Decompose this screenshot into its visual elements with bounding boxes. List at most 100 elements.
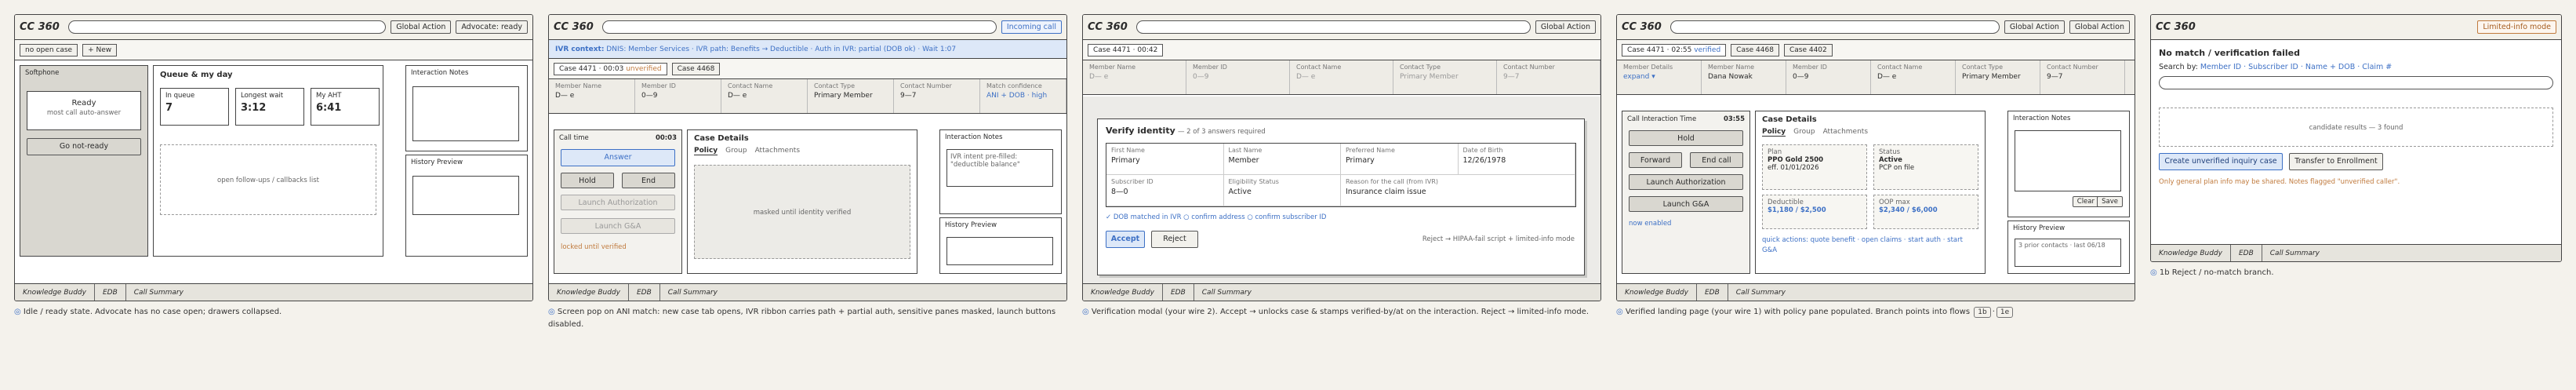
flow-pill-1e[interactable]: 1e bbox=[1996, 307, 2014, 318]
tab-case-4471[interactable]: Case 4471 · 02:55 verified bbox=[1622, 43, 1727, 56]
panel-verified-landing: CC 360 Global Action Global Action Case … bbox=[1616, 14, 2135, 383]
auto-answer-note: most call auto-answer bbox=[46, 109, 122, 117]
tab-attachments[interactable]: Attachments bbox=[755, 147, 800, 155]
case-tabs: no open case + New bbox=[15, 40, 532, 60]
clear-button[interactable]: Clear bbox=[2072, 196, 2099, 207]
tab-case-4402[interactable]: Case 4402 bbox=[1783, 43, 1833, 56]
accept-button[interactable]: Accept bbox=[1106, 231, 1145, 248]
quick-actions[interactable]: quick actions: quote benefit · open clai… bbox=[1762, 235, 1978, 256]
call-summary-tab[interactable]: Call Summary bbox=[2262, 245, 2327, 262]
identity-field-label: Last Name bbox=[1228, 147, 1263, 154]
advocate-status-button[interactable]: Advocate: ready bbox=[456, 20, 528, 34]
search-input[interactable] bbox=[602, 20, 997, 34]
verification-checks[interactable]: ✓ DOB matched in IVR ○ confirm address ○… bbox=[1106, 213, 1326, 221]
launch-ga-button[interactable]: Launch G&A bbox=[1629, 196, 1743, 212]
go-not-ready-button[interactable]: Go not-ready bbox=[27, 138, 141, 155]
member-field: Contact Name D— e bbox=[721, 79, 808, 113]
queue-stat-label: In queue bbox=[165, 92, 195, 100]
global-action-button[interactable]: Global Action bbox=[391, 20, 452, 34]
tab-case-4471[interactable]: Case 4471 · 00:03 unverified bbox=[554, 62, 667, 75]
tab-case-label: Case 4471 · 00:03 bbox=[559, 64, 624, 73]
end-button[interactable]: End bbox=[622, 173, 675, 188]
member-field-label: Contact Number bbox=[2047, 64, 2098, 71]
member-field-value: ANI + DOB · high bbox=[986, 92, 1048, 100]
notes-textarea[interactable] bbox=[412, 86, 519, 141]
tab-case-4471[interactable]: Case 4471 · 00:42 bbox=[1088, 43, 1164, 56]
queue-stat-value: 7 bbox=[165, 102, 173, 114]
edb-tab[interactable]: EDB bbox=[629, 283, 660, 301]
flow-pill-1b[interactable]: 1b bbox=[1974, 307, 1991, 318]
deductible-card: Deductible $1,180 / $2,500 bbox=[1762, 195, 1867, 229]
call-summary-tab[interactable]: Call Summary bbox=[1728, 284, 1793, 301]
forward-button[interactable]: Forward bbox=[1629, 152, 1682, 168]
no-match-title: No match / verification failed bbox=[2159, 48, 2301, 58]
edb-tab[interactable]: EDB bbox=[2231, 244, 2262, 261]
knowledge-buddy-tab[interactable]: Knowledge Buddy bbox=[2151, 244, 2231, 261]
app-window: CC 360 Global Action Global Action Case … bbox=[1616, 14, 2135, 301]
search-options[interactable]: Member ID · Subscriber ID · Name + DOB ·… bbox=[2200, 63, 2392, 71]
member-header: Member Details expand ▾ Member Name Dana No… bbox=[1617, 60, 2135, 95]
softphone-title: Softphone bbox=[25, 69, 60, 77]
tab-attachments[interactable]: Attachments bbox=[1823, 128, 1868, 137]
incoming-call-badge[interactable]: Incoming call bbox=[1001, 20, 1062, 34]
global-action-button[interactable]: Global Action bbox=[1535, 20, 1596, 34]
member-field-label: Contact Number bbox=[900, 82, 952, 89]
identity-field-label: Subscriber ID bbox=[1111, 178, 1154, 185]
candidate-results[interactable]: candidate results — 3 found bbox=[2159, 108, 2553, 147]
modal-subtitle: — 2 of 3 answers required bbox=[1177, 128, 1266, 136]
member-field-label: Contact Name bbox=[1296, 64, 1342, 71]
identity-field-value: Insurance claim issue bbox=[1346, 188, 1426, 196]
search-by-label: Search by: bbox=[2159, 63, 2198, 71]
member-field-label: Contact Number bbox=[1503, 64, 1555, 71]
save-button[interactable]: Save bbox=[2097, 196, 2123, 207]
reject-button[interactable]: Reject bbox=[1151, 231, 1198, 248]
call-summary-tab[interactable]: Call Summary bbox=[1194, 284, 1259, 301]
member-field-value: 9—7 bbox=[2047, 73, 2063, 81]
launch-ga-button[interactable]: Launch G&A bbox=[561, 218, 675, 234]
followups-list[interactable]: open follow-ups / callbacks list bbox=[160, 144, 376, 215]
modal-title: Verify identity bbox=[1106, 126, 1175, 136]
knowledge-buddy-tab[interactable]: Knowledge Buddy bbox=[549, 283, 629, 301]
knowledge-buddy-tab[interactable]: Knowledge Buddy bbox=[1617, 283, 1697, 301]
ivr-intent-note[interactable]: IVR intent pre-filled: "deductible balan… bbox=[946, 149, 1053, 187]
tab-policy[interactable]: Policy bbox=[694, 147, 718, 155]
tab-case-4468[interactable]: Case 4468 bbox=[1731, 43, 1779, 56]
knowledge-buddy-tab[interactable]: Knowledge Buddy bbox=[1083, 283, 1163, 301]
call-summary-tab[interactable]: Call Summary bbox=[660, 284, 725, 301]
hold-button[interactable]: Hold bbox=[561, 173, 614, 188]
tab-case-4468[interactable]: Case 4468 bbox=[671, 62, 721, 75]
end-call-button[interactable]: End call bbox=[1690, 152, 1743, 168]
tab-no-open-case[interactable]: no open case bbox=[20, 43, 78, 56]
call-summary-tab[interactable]: Call Summary bbox=[126, 284, 191, 301]
create-unverified-case-button[interactable]: Create unverified inquiry case bbox=[2159, 153, 2283, 170]
search-input[interactable] bbox=[1670, 20, 2000, 34]
search-input[interactable] bbox=[1136, 20, 1531, 34]
search-input[interactable] bbox=[68, 20, 387, 34]
edb-tab[interactable]: EDB bbox=[1697, 283, 1728, 301]
member-field: Contact Number 9—7 bbox=[894, 79, 980, 113]
member-search-input[interactable] bbox=[2159, 76, 2553, 89]
caption-marker-icon: ◎ bbox=[548, 308, 555, 316]
edb-tab[interactable]: EDB bbox=[95, 283, 126, 301]
interaction-notes-panel: Interaction Notes IVR intent pre-filled:… bbox=[939, 129, 1062, 214]
hold-button[interactable]: Hold bbox=[1629, 130, 1743, 146]
edb-tab[interactable]: EDB bbox=[1163, 283, 1194, 301]
transfer-to-enrollment-button[interactable]: Transfer to Enrollment bbox=[2289, 153, 2383, 170]
notes-textarea[interactable] bbox=[2015, 130, 2121, 191]
new-case-button[interactable]: + New bbox=[82, 43, 118, 56]
tab-group[interactable]: Group bbox=[725, 147, 747, 155]
global-action-button[interactable]: Global Action bbox=[2004, 20, 2065, 34]
member-field: Contact Name D— e bbox=[1871, 60, 1956, 94]
tab-policy[interactable]: Policy bbox=[1762, 128, 1786, 137]
launch-authorization-button[interactable]: Launch Authorization bbox=[561, 195, 675, 210]
member-field-label: Contact Type bbox=[814, 82, 856, 89]
plan-label: Plan bbox=[1768, 148, 1782, 156]
launch-authorization-button[interactable]: Launch Authorization bbox=[1629, 174, 1743, 190]
answer-button[interactable]: Answer bbox=[561, 149, 675, 166]
member-field-label: Contact Type bbox=[1400, 64, 1441, 71]
member-field-value: D— e bbox=[1877, 73, 1897, 81]
global-action-button-2[interactable]: Global Action bbox=[2069, 20, 2130, 34]
top-bar: CC 360 Global Action Global Action bbox=[1617, 15, 2135, 40]
knowledge-buddy-tab[interactable]: Knowledge Buddy bbox=[15, 283, 95, 301]
tab-group[interactable]: Group bbox=[1793, 128, 1815, 137]
